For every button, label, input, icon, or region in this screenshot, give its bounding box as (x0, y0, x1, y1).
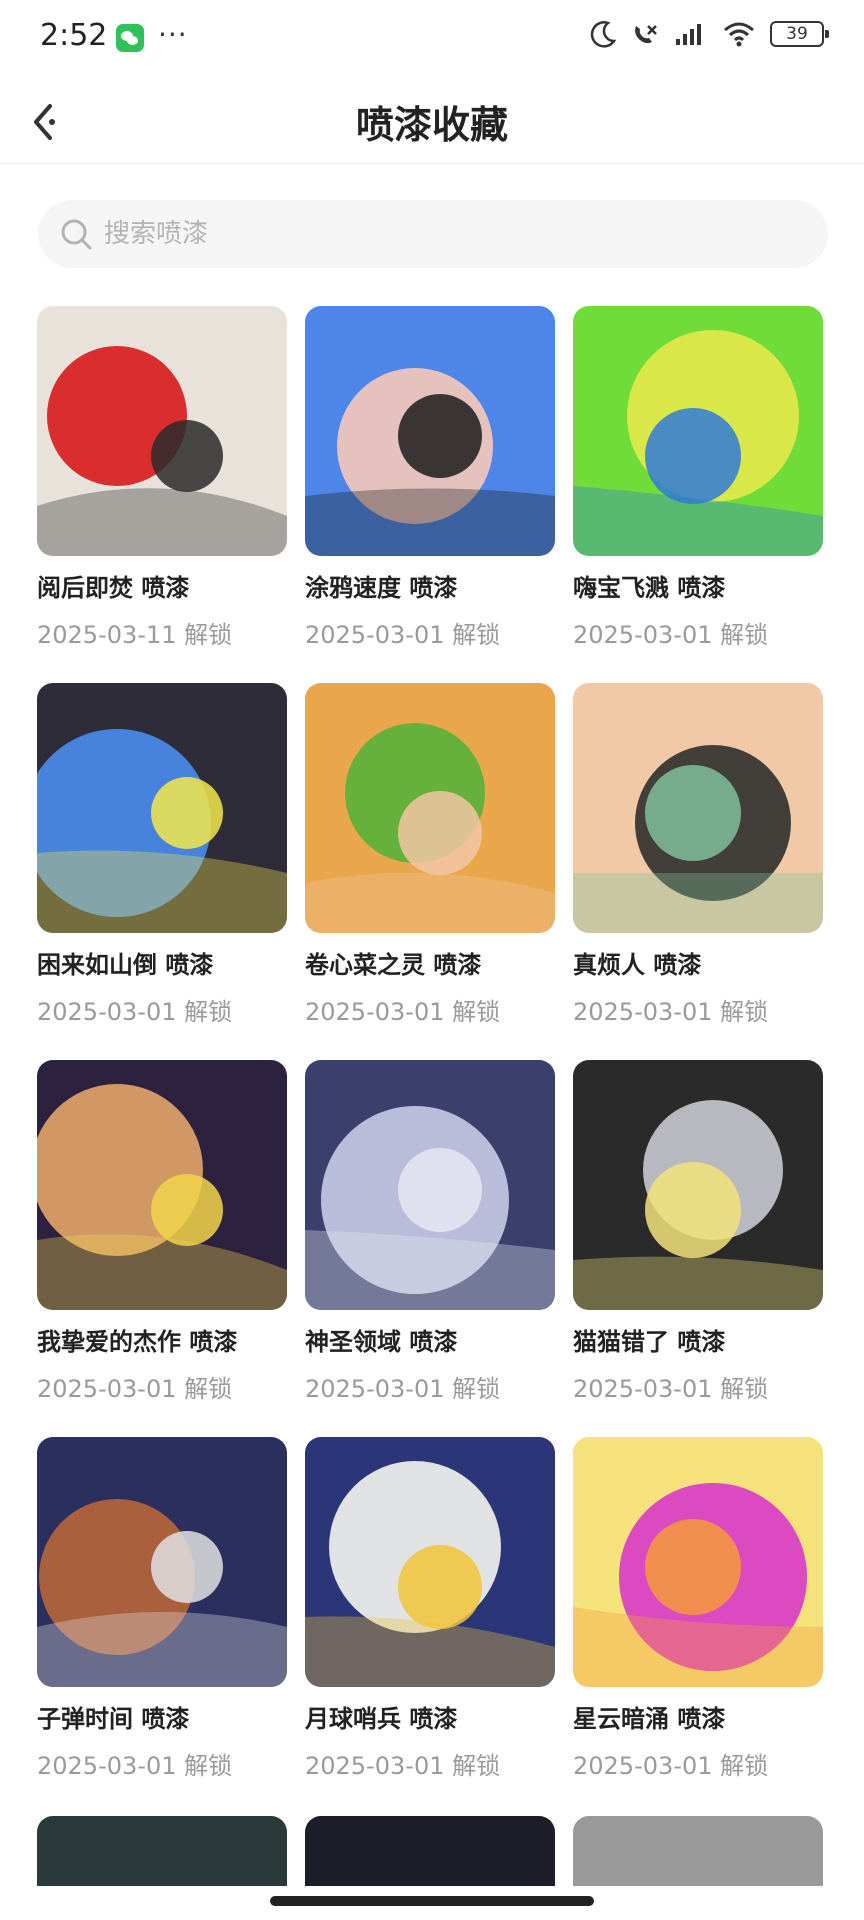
spray-thumbnail[interactable] (37, 1437, 287, 1687)
wifi-icon (724, 22, 754, 47)
spray-card[interactable]: 猫猫错了 喷漆 2025-03-01 解锁 (573, 1060, 823, 1437)
battery-icon: 39 (770, 21, 829, 47)
spray-unlock-date: 2025-03-01 解锁 (305, 1752, 501, 1780)
call-muted-icon (635, 25, 657, 44)
spray-thumbnail[interactable] (37, 306, 287, 556)
more-notifications-icon: ··· (158, 18, 188, 51)
spray-thumbnail[interactable] (573, 1437, 823, 1687)
spray-thumbnail[interactable] (305, 306, 555, 556)
spray-image (573, 1437, 823, 1687)
spray-name: 星云暗涌 喷漆 (573, 1705, 726, 1733)
spray-image (573, 1060, 823, 1310)
spray-name: 困来如山倒 喷漆 (37, 951, 214, 979)
spray-image (305, 1060, 555, 1310)
search-bar[interactable] (38, 200, 828, 268)
spray-image (305, 306, 555, 556)
status-time: 2:52 (40, 18, 108, 53)
spray-name: 嗨宝飞溅 喷漆 (573, 574, 726, 602)
spray-unlock-date: 2025-03-01 解锁 (305, 998, 501, 1026)
spray-grid: 阅后即焚 喷漆 2025-03-11 解锁 涂鸦速度 喷漆 2025-03-01 解锁… (37, 306, 837, 1814)
spray-unlock-date: 2025-03-01 解锁 (37, 998, 233, 1026)
home-indicator[interactable] (270, 1896, 594, 1906)
spray-card[interactable]: 子弹时间 喷漆 2025-03-01 解锁 (37, 1437, 287, 1814)
spray-card[interactable]: 嗨宝飞溅 喷漆 2025-03-01 解锁 (573, 306, 823, 683)
spray-thumbnail[interactable] (573, 1060, 823, 1310)
spray-unlock-date: 2025-03-11 解锁 (37, 621, 233, 649)
spray-name: 真烦人 喷漆 (573, 951, 702, 979)
spray-image (37, 1060, 287, 1310)
spray-unlock-date: 2025-03-01 解锁 (573, 998, 769, 1026)
spray-grid-partial-row (37, 1816, 837, 1886)
spray-name: 我挚爱的杰作 喷漆 (37, 1328, 238, 1356)
spray-name: 月球哨兵 喷漆 (305, 1705, 458, 1733)
search-icon (61, 219, 92, 250)
spray-image (37, 1437, 287, 1687)
spray-thumbnail[interactable] (573, 1816, 823, 1886)
spray-card[interactable]: 卷心菜之灵 喷漆 2025-03-01 解锁 (305, 683, 555, 1060)
spray-card[interactable]: 神圣领域 喷漆 2025-03-01 解锁 (305, 1060, 555, 1437)
spray-name: 涂鸦速度 喷漆 (305, 574, 458, 602)
spray-image (573, 306, 823, 556)
spray-thumbnail[interactable] (305, 1060, 555, 1310)
spray-card[interactable]: 月球哨兵 喷漆 2025-03-01 解锁 (305, 1437, 555, 1814)
spray-name: 猫猫错了 喷漆 (573, 1328, 726, 1356)
spray-thumbnail[interactable] (305, 683, 555, 933)
spray-name: 阅后即焚 喷漆 (37, 574, 190, 602)
spray-unlock-date: 2025-03-01 解锁 (305, 621, 501, 649)
spray-image (305, 683, 555, 933)
spray-card[interactable]: 困来如山倒 喷漆 2025-03-01 解锁 (37, 683, 287, 1060)
spray-unlock-date: 2025-03-01 解锁 (573, 1375, 769, 1403)
spray-unlock-date: 2025-03-01 解锁 (37, 1752, 233, 1780)
signal-icon (676, 24, 701, 45)
spray-unlock-date: 2025-03-01 解锁 (37, 1375, 233, 1403)
spray-thumbnail[interactable] (573, 306, 823, 556)
title-bar: 喷漆收藏 (0, 78, 864, 164)
spray-card[interactable]: 涂鸦速度 喷漆 2025-03-01 解锁 (305, 306, 555, 683)
spray-name: 子弹时间 喷漆 (37, 1705, 190, 1733)
spray-image (37, 306, 287, 556)
spray-thumbnail[interactable] (305, 1437, 555, 1687)
spray-thumbnail[interactable] (305, 1816, 555, 1886)
spray-thumbnail[interactable] (37, 683, 287, 933)
status-bar: 2:52 ··· 39 (0, 0, 864, 78)
spray-name: 卷心菜之灵 喷漆 (305, 951, 482, 979)
spray-thumbnail[interactable] (37, 1816, 287, 1886)
spray-unlock-date: 2025-03-01 解锁 (305, 1375, 501, 1403)
page-title: 喷漆收藏 (355, 103, 508, 147)
spray-name: 神圣领域 喷漆 (305, 1328, 458, 1356)
spray-unlock-date: 2025-03-01 解锁 (573, 1752, 769, 1780)
spray-card[interactable]: 我挚爱的杰作 喷漆 2025-03-01 解锁 (37, 1060, 287, 1437)
spray-thumbnail[interactable] (37, 1060, 287, 1310)
moon-icon (590, 21, 616, 48)
spray-image (305, 1437, 555, 1687)
spray-card[interactable]: 星云暗涌 喷漆 2025-03-01 解锁 (573, 1437, 823, 1814)
wechat-icon (116, 24, 144, 52)
spray-card[interactable]: 阅后即焚 喷漆 2025-03-11 解锁 (37, 306, 287, 683)
spray-image (573, 683, 823, 933)
spray-thumbnail[interactable] (573, 683, 823, 933)
spray-image (37, 683, 287, 933)
spray-unlock-date: 2025-03-01 解锁 (573, 621, 769, 649)
search-input[interactable] (104, 200, 804, 268)
spray-card[interactable]: 真烦人 喷漆 2025-03-01 解锁 (573, 683, 823, 1060)
